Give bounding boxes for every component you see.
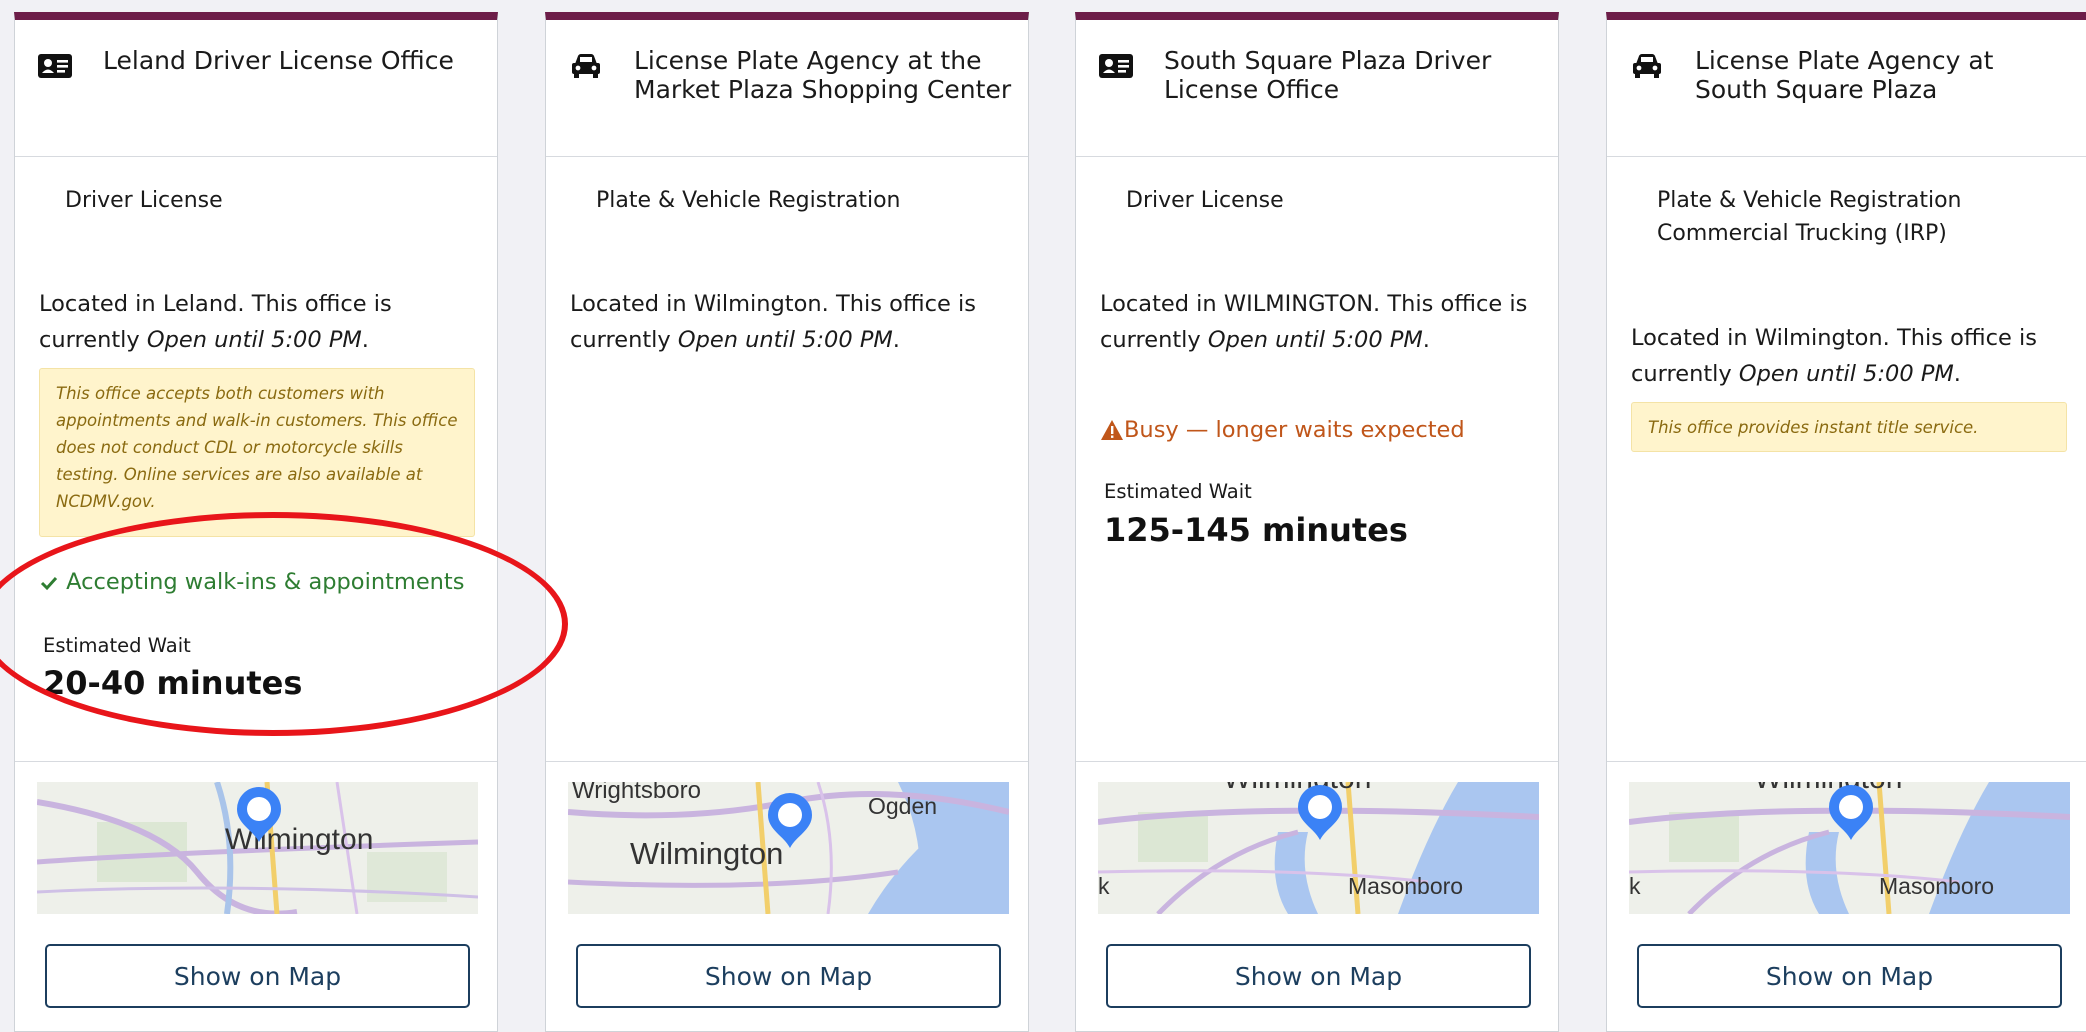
- card-header: Leland Driver License Office: [15, 20, 497, 157]
- map-label: k: [1629, 873, 1641, 899]
- status-text: Accepting walk-ins & appointments: [66, 569, 465, 595]
- map-thumbnail[interactable]: Wilmington Masonboro k: [1629, 782, 2070, 914]
- divider: [15, 761, 497, 762]
- map-thumbnail[interactable]: Wrightsboro Wilmington Ogden: [568, 782, 1009, 914]
- map-label: Wilmington: [1223, 782, 1371, 795]
- checkmark-icon: [40, 576, 58, 591]
- office-note: This office provides instant title servi…: [1631, 402, 2067, 452]
- services-list: Plate & Vehicle Registration Commercial …: [1657, 184, 2073, 250]
- show-on-map-button[interactable]: Show on Map: [45, 944, 470, 1008]
- office-title: Leland Driver License Office: [103, 46, 454, 75]
- location-text: Located in WILMINGTON. This office is cu…: [1100, 286, 1542, 358]
- map-thumbnail[interactable]: Wilmington Masonboro k: [1098, 782, 1539, 914]
- office-card: License Plate Agency at South Square Pla…: [1606, 12, 2086, 1032]
- service-item: Plate & Vehicle Registration: [1657, 188, 1962, 213]
- map-label: Masonboro: [1879, 873, 1994, 899]
- service-item: Plate & Vehicle Registration: [596, 188, 901, 213]
- busy-status: Busy — longer waits expected: [1100, 415, 1465, 445]
- show-on-map-button[interactable]: Show on Map: [1637, 944, 2062, 1008]
- wait-value: 125-145 minutes: [1104, 511, 1408, 549]
- map-image: Wilmington Masonboro k: [1629, 782, 2070, 914]
- car-icon: [1633, 54, 1661, 78]
- id-card-icon: [38, 54, 72, 78]
- walk-in-status: Accepting walk-ins & appointments: [39, 567, 464, 597]
- divider: [1076, 761, 1558, 762]
- hours-suffix: .: [1422, 327, 1430, 353]
- map-label: Masonboro: [1348, 873, 1463, 899]
- id-card-icon: [1099, 54, 1133, 78]
- office-title: License Plate Agency at the Market Plaza…: [634, 46, 1012, 104]
- hours-suffix: .: [892, 327, 900, 353]
- show-on-map-button[interactable]: Show on Map: [576, 944, 1001, 1008]
- services-list: Driver License: [1126, 184, 1542, 217]
- map-image: Wilmington: [37, 782, 478, 914]
- wait-label: Estimated Wait: [1104, 480, 1252, 503]
- map-thumbnail[interactable]: Wilmington: [37, 782, 478, 914]
- map-label: Wilmington: [630, 836, 783, 871]
- hours-text: Open until 5:00 PM: [1738, 361, 1954, 387]
- service-item: Commercial Trucking (IRP): [1657, 221, 1947, 246]
- hours-text: Open until 5:00 PM: [1207, 327, 1423, 353]
- office-note: This office accepts both customers with …: [39, 368, 475, 537]
- map-label: Ogden: [868, 793, 937, 819]
- office-card: Leland Driver License Office Driver Lice…: [14, 12, 498, 1032]
- office-title: License Plate Agency at South Square Pla…: [1695, 46, 1994, 104]
- status-text: Busy — longer waits expected: [1124, 417, 1465, 443]
- wait-value: 20-40 minutes: [43, 664, 303, 702]
- hours-suffix: .: [1953, 361, 1961, 387]
- map-label: Wilmington: [1754, 782, 1902, 795]
- divider: [546, 761, 1028, 762]
- hours-text: Open until 5:00 PM: [146, 327, 362, 353]
- hours-text: Open until 5:00 PM: [677, 327, 893, 353]
- map-image: Wilmington Masonboro k: [1098, 782, 1539, 914]
- service-item: Driver License: [65, 188, 223, 213]
- map-image: Wrightsboro Wilmington Ogden: [568, 782, 1009, 914]
- services-list: Driver License: [65, 184, 481, 217]
- map-label: k: [1098, 873, 1110, 899]
- location-text: Located in Wilmington. This office is cu…: [1631, 320, 2073, 392]
- office-title: South Square Plaza Driver License Office: [1164, 46, 1492, 104]
- warning-icon: [1101, 420, 1123, 440]
- card-header: License Plate Agency at South Square Pla…: [1607, 20, 2086, 157]
- services-list: Plate & Vehicle Registration: [596, 184, 1012, 217]
- hours-suffix: .: [361, 327, 369, 353]
- location-text: Located in Leland. This office is curren…: [39, 286, 481, 358]
- show-on-map-button[interactable]: Show on Map: [1106, 944, 1531, 1008]
- wait-label: Estimated Wait: [43, 634, 191, 657]
- office-card: South Square Plaza Driver License Office…: [1075, 12, 1559, 1032]
- location-text: Located in Wilmington. This office is cu…: [570, 286, 1012, 358]
- car-icon: [572, 54, 600, 78]
- service-item: Driver License: [1126, 188, 1284, 213]
- map-label: Wrightsboro: [572, 782, 701, 804]
- card-header: License Plate Agency at the Market Plaza…: [546, 20, 1028, 157]
- divider: [1607, 761, 2086, 762]
- office-card: License Plate Agency at the Market Plaza…: [545, 12, 1029, 1032]
- card-header: South Square Plaza Driver License Office: [1076, 20, 1558, 157]
